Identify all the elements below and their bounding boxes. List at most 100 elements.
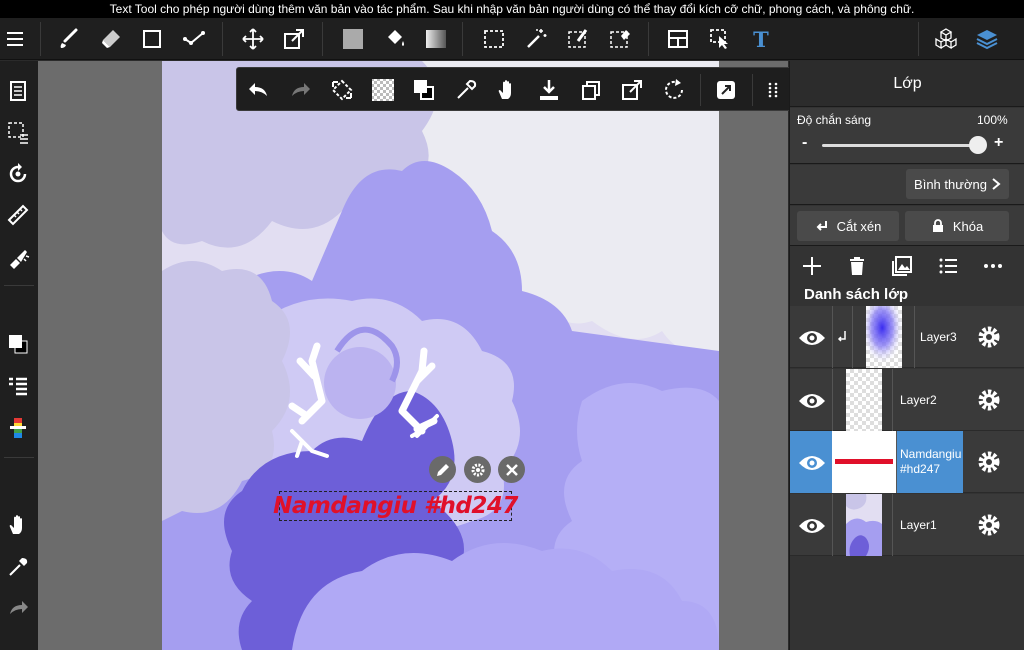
- workspace[interactable]: [38, 61, 788, 650]
- palette-icon[interactable]: [3, 413, 33, 443]
- eye-icon[interactable]: [798, 449, 826, 477]
- select-eraser-icon[interactable]: [605, 24, 635, 54]
- custom-icon[interactable]: [711, 75, 741, 105]
- blend-mode-button[interactable]: Bình thường: [906, 169, 1009, 199]
- layer-panel: Lớp Độ chắn sáng 100% - + Bình thường Cắ…: [789, 61, 1024, 650]
- image-layer-icon[interactable]: [889, 253, 915, 279]
- export-icon[interactable]: [617, 75, 647, 105]
- layer-list: Layer3 Layer2 Namdangiu #hd247 Layer1: [790, 306, 1024, 556]
- eye-icon[interactable]: [798, 512, 826, 540]
- opacity-label: Độ chắn sáng: [797, 113, 872, 127]
- move-icon[interactable]: [238, 24, 268, 54]
- text-object-content: Namdangiu #hd247: [273, 493, 518, 519]
- save-icon[interactable]: [534, 75, 564, 105]
- layer-list-icon[interactable]: [3, 76, 33, 106]
- settings-icon[interactable]: [464, 456, 491, 483]
- hint-bar: Text Tool cho phép người dùng thêm văn b…: [0, 0, 1024, 18]
- add-layer-icon[interactable]: [799, 253, 825, 279]
- blend-mode-label: Bình thường: [914, 176, 987, 192]
- trash-icon[interactable]: [844, 253, 870, 279]
- layer-row[interactable]: Layer1: [790, 494, 1024, 556]
- transparent-icon[interactable]: [368, 75, 398, 105]
- transform-icon[interactable]: [279, 24, 309, 54]
- eye-icon[interactable]: [798, 324, 826, 352]
- layer-row[interactable]: Layer2: [790, 369, 1024, 431]
- left-toolbar: [0, 61, 38, 650]
- frame-icon[interactable]: [663, 24, 693, 54]
- brush-icon[interactable]: [54, 24, 84, 54]
- copy-icon[interactable]: [576, 75, 606, 105]
- clip-button[interactable]: Cắt xén: [797, 211, 899, 241]
- gear-icon[interactable]: [976, 512, 1002, 538]
- text-object[interactable]: Namdangiu #hd247: [273, 491, 518, 521]
- text-thumbnail-mark: [835, 459, 893, 464]
- filter-icon[interactable]: [3, 242, 33, 272]
- layer-row[interactable]: Layer3: [790, 306, 1024, 368]
- operation-icon[interactable]: [705, 24, 735, 54]
- opacity-section: Độ chắn sáng 100% - +: [790, 108, 1024, 164]
- select-icon[interactable]: [479, 24, 509, 54]
- gear-icon[interactable]: [976, 324, 1002, 350]
- gradient-icon[interactable]: [421, 24, 451, 54]
- layers-icon[interactable]: [972, 24, 1002, 54]
- artwork-illustration: [162, 61, 719, 650]
- gear-icon[interactable]: [976, 387, 1002, 413]
- layer-thumbnail: [846, 369, 882, 431]
- color-icon[interactable]: [3, 329, 33, 359]
- blend-section: Bình thường: [790, 165, 1024, 205]
- clip-icon: [816, 221, 827, 231]
- grid-icon[interactable]: [758, 75, 788, 105]
- svg-text:T: T: [753, 27, 769, 51]
- layer-thumbnail: [866, 306, 902, 368]
- more-icon[interactable]: [980, 253, 1006, 279]
- magic-wand-icon[interactable]: [521, 24, 551, 54]
- rotate-view-icon[interactable]: [3, 159, 33, 189]
- hand-icon[interactable]: [492, 75, 522, 105]
- rotate-icon[interactable]: [659, 75, 689, 105]
- ruler-icon[interactable]: [3, 200, 33, 230]
- redo-icon[interactable]: [285, 75, 315, 105]
- edit-icon[interactable]: [429, 456, 456, 483]
- opacity-value: 100%: [977, 113, 1008, 127]
- main-toolbar: T: [0, 18, 1024, 60]
- chevron-right-icon: [992, 178, 1001, 190]
- layer-thumbnail: [832, 431, 896, 493]
- opacity-slider-knob[interactable]: [969, 136, 987, 154]
- redo-icon[interactable]: [3, 593, 33, 623]
- layer-name: Namdangiu #hd247: [900, 447, 962, 476]
- panel-title: Lớp: [790, 61, 1024, 107]
- fill-stroke-icon[interactable]: [179, 24, 209, 54]
- close-icon[interactable]: [498, 456, 525, 483]
- layer-name: Layer1: [900, 518, 937, 532]
- hand-icon[interactable]: [3, 510, 33, 540]
- color-swap-icon[interactable]: [409, 75, 439, 105]
- 3d-icon[interactable]: [931, 24, 961, 54]
- text-icon[interactable]: T: [746, 24, 776, 54]
- layer-menu-icon[interactable]: [3, 371, 33, 401]
- layer-row-selected[interactable]: Namdangiu #hd247: [790, 431, 1024, 493]
- select-pen-icon[interactable]: [563, 24, 593, 54]
- app-window: Text Tool cho phép người dùng thêm văn b…: [0, 0, 1024, 650]
- menu-icon[interactable]: [0, 24, 30, 54]
- layer-list-header: Danh sách lớp: [804, 286, 909, 303]
- transform-icon[interactable]: [327, 75, 357, 105]
- eraser-icon[interactable]: [96, 24, 126, 54]
- opacity-plus-button[interactable]: +: [994, 134, 1003, 152]
- shape-icon[interactable]: [137, 24, 167, 54]
- undo-icon[interactable]: [244, 75, 274, 105]
- layer-thumbnail: [846, 494, 882, 556]
- opacity-minus-button[interactable]: -: [802, 134, 807, 152]
- eyedropper-icon[interactable]: [3, 552, 33, 582]
- selection-icon[interactable]: [3, 117, 33, 147]
- gear-icon[interactable]: [976, 449, 1002, 475]
- lock-button[interactable]: Khóa: [905, 211, 1009, 241]
- opacity-slider[interactable]: [822, 144, 978, 147]
- fill-color-icon[interactable]: [338, 24, 368, 54]
- eyedropper-icon[interactable]: [451, 75, 481, 105]
- list-icon[interactable]: [935, 253, 961, 279]
- canvas[interactable]: [162, 61, 719, 650]
- eye-icon[interactable]: [798, 387, 826, 415]
- bucket-icon[interactable]: [380, 24, 410, 54]
- layer-name: Layer3: [920, 330, 957, 344]
- clip-lock-section: Cắt xén Khóa: [790, 206, 1024, 246]
